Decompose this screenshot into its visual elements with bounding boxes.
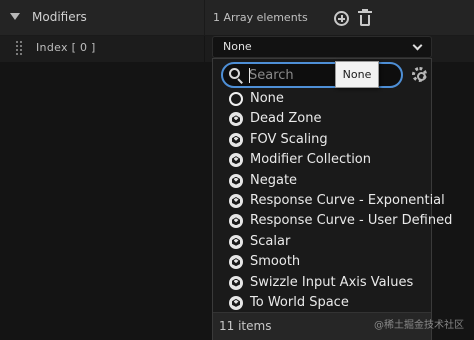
list-item[interactable]: Smooth: [213, 252, 431, 272]
item-count-label: 11 items: [219, 319, 272, 333]
list-item-label: To World Space: [250, 294, 349, 310]
class-icon: [229, 234, 243, 249]
empty-circle-icon: [229, 92, 243, 106]
list-item[interactable]: To World Space: [213, 293, 431, 313]
list-item[interactable]: Response Curve - Exponential: [213, 191, 445, 211]
list-item[interactable]: None: [213, 89, 431, 109]
class-icon: [229, 295, 243, 310]
tooltip: None: [335, 61, 379, 88]
index-label: Index [ 0 ]: [36, 41, 96, 54]
class-list: None Dead Zone FOV Scaling Modifier Coll…: [213, 89, 452, 313]
column-divider[interactable]: [204, 36, 205, 62]
modifiers-header: Modifiers 1 Array elements: [0, 0, 474, 36]
property-label-modifiers: Modifiers: [32, 10, 87, 24]
class-icon: [229, 255, 243, 270]
text-caret: [249, 68, 250, 83]
chevron-down-icon: [412, 40, 423, 51]
list-item-label: Smooth: [250, 254, 301, 270]
list-item-label: Dead Zone: [250, 111, 322, 127]
list-item[interactable]: Negate: [213, 171, 431, 191]
class-icon: [229, 173, 243, 188]
list-item[interactable]: Dead Zone: [213, 109, 431, 129]
list-item[interactable]: Modifier Collection: [213, 150, 431, 170]
drag-handle-icon[interactable]: [16, 41, 22, 57]
class-icon: [229, 193, 243, 208]
class-picker-dropdown: None Dead Zone FOV Scaling Modifier Coll…: [212, 58, 452, 340]
class-icon: [229, 153, 243, 168]
list-item-label: Modifier Collection: [250, 152, 371, 168]
list-item-label: Negate: [250, 172, 298, 188]
list-item[interactable]: Response Curve - User Defined: [213, 211, 452, 231]
list-item-label: FOV Scaling: [250, 131, 328, 147]
class-icon: [229, 112, 243, 127]
array-count-label: 1 Array elements: [213, 11, 308, 24]
column-divider[interactable]: [204, 0, 205, 36]
list-item[interactable]: FOV Scaling: [213, 130, 431, 150]
add-element-button[interactable]: [334, 11, 349, 26]
list-item-label: Response Curve - User Defined: [250, 213, 453, 229]
list-item-label: Scalar: [250, 233, 291, 249]
delete-all-button[interactable]: [358, 9, 372, 27]
gear-icon[interactable]: [412, 67, 427, 82]
modifier-class-combo[interactable]: None: [212, 36, 432, 58]
class-icon: [229, 275, 243, 290]
watermark: @稀土掘金技术社区: [374, 320, 464, 331]
search-icon: [229, 68, 243, 84]
list-item-label: Swizzle Input Axis Values: [250, 274, 414, 290]
combo-selected-value: None: [223, 40, 252, 53]
list-item-label: None: [250, 91, 284, 106]
collapse-arrow-icon[interactable]: [10, 13, 20, 20]
list-item[interactable]: Swizzle Input Axis Values: [213, 273, 431, 293]
class-icon: [229, 214, 243, 229]
list-item-label: Response Curve - Exponential: [250, 192, 445, 208]
class-icon: [229, 132, 243, 147]
list-item[interactable]: Scalar: [213, 232, 431, 252]
